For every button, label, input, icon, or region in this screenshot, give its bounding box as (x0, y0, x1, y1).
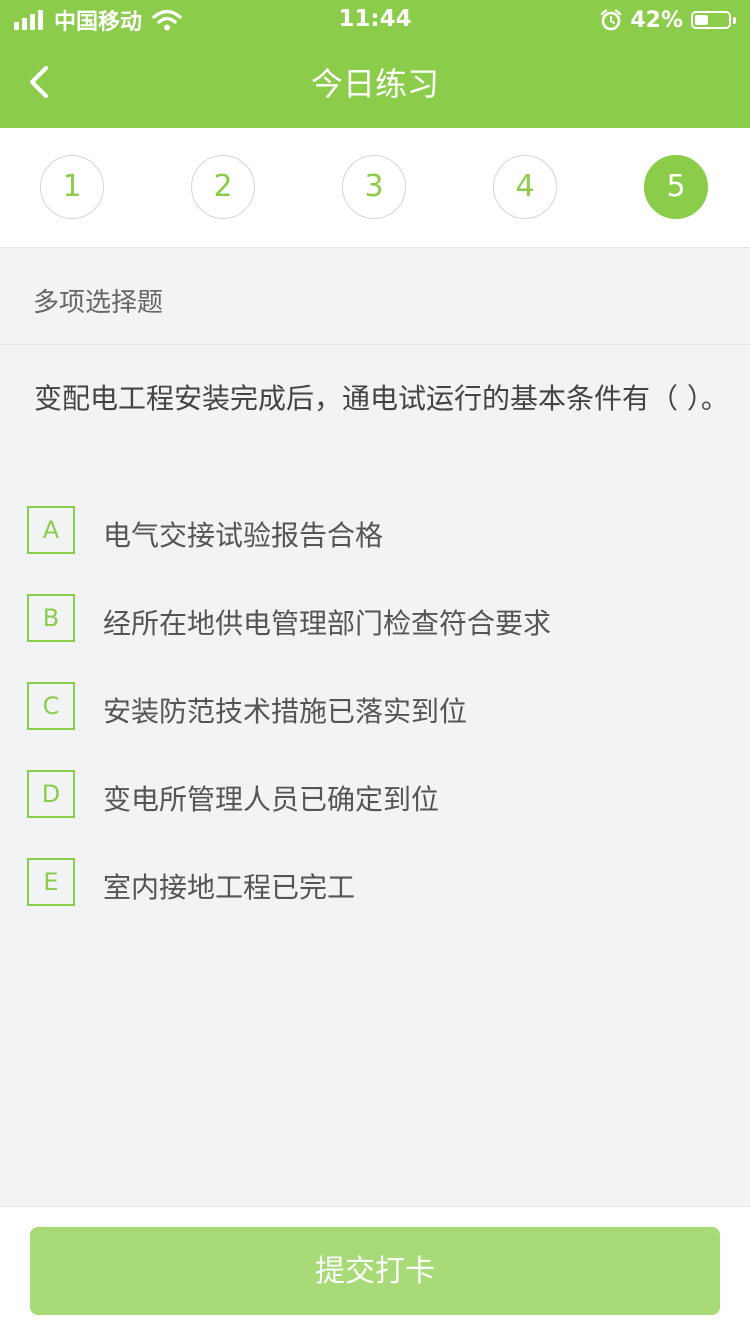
battery-level-fill (695, 15, 708, 25)
option-a-text: 电气交接试验报告合格 (103, 519, 384, 552)
submit-checkin-button[interactable]: 提交打卡 (30, 1227, 720, 1315)
option-d-checkbox[interactable]: D (27, 770, 75, 818)
option-a[interactable]: A 电气交接试验报告合格 (27, 506, 717, 556)
question-number-5[interactable]: 5 (644, 155, 708, 219)
option-a-checkbox[interactable]: A (27, 506, 75, 554)
question-number-3[interactable]: 3 (342, 155, 406, 219)
option-e[interactable]: E 室内接地工程已完工 (27, 858, 717, 908)
question-text: 变配电工程安装完成后，通电试运行的基本条件有（ ）。 (34, 382, 729, 415)
option-b-checkbox[interactable]: B (27, 594, 75, 642)
footer-bar: 提交打卡 (0, 1206, 750, 1334)
question-navigator: 1 2 3 4 5 (0, 128, 750, 248)
option-c[interactable]: C 安装防范技术措施已落实到位 (27, 682, 717, 732)
question-number-4[interactable]: 4 (493, 155, 557, 219)
nav-bar: 今日练习 (0, 40, 750, 128)
battery-percent: 42% (630, 7, 683, 33)
option-e-checkbox[interactable]: E (27, 858, 75, 906)
question-type-label: 多项选择题 (33, 288, 164, 318)
question-type-bar: 多项选择题 (0, 248, 750, 345)
battery-icon (691, 11, 731, 29)
alarm-icon (601, 9, 622, 31)
option-d-text: 变电所管理人员已确定到位 (103, 783, 440, 816)
question-number-2[interactable]: 2 (191, 155, 255, 219)
option-b[interactable]: B 经所在地供电管理部门检查符合要求 (27, 594, 717, 644)
status-bar: 中国移动 11:44 42% (0, 0, 750, 40)
battery-cap (733, 16, 736, 24)
status-right: 42% (600, 6, 736, 34)
option-c-checkbox[interactable]: C (27, 682, 75, 730)
option-c-text: 安装防范技术措施已落实到位 (103, 695, 468, 728)
option-e-text: 室内接地工程已完工 (103, 871, 356, 904)
option-b-text: 经所在地供电管理部门检查符合要求 (103, 607, 552, 640)
option-d[interactable]: D 变电所管理人员已确定到位 (27, 770, 717, 820)
page-title: 今日练习 (310, 65, 439, 103)
back-chevron-icon[interactable] (20, 60, 64, 104)
question-number-1[interactable]: 1 (40, 155, 104, 219)
app-header: 中国移动 11:44 42% 今日练习 (0, 0, 750, 128)
